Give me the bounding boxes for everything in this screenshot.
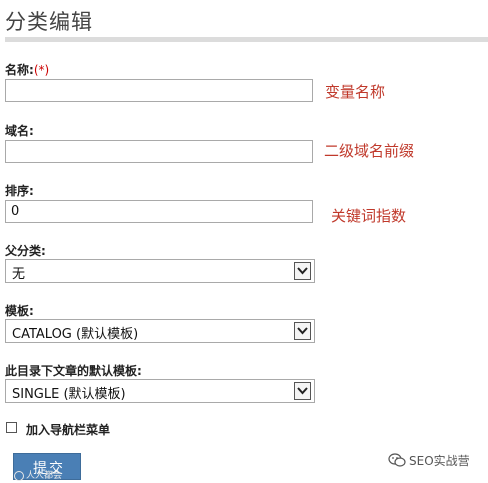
watermark-left-text: 人人都会 (26, 471, 63, 481)
chevron-down-icon (297, 267, 308, 275)
name-label-text: 名称: (5, 63, 34, 77)
watermark-right-text: SEO实战营 (409, 454, 470, 468)
article-template-dropdown-button[interactable] (294, 382, 311, 400)
nav-menu-label[interactable]: 加入导航栏菜单 (26, 421, 110, 438)
domain-annotation: 二级域名前缀 (324, 142, 415, 160)
name-annotation: 变量名称 (325, 83, 386, 101)
chevron-down-icon (297, 327, 308, 335)
wechat-icon (388, 453, 406, 467)
order-annotation: 关键词指数 (331, 207, 407, 225)
template-select[interactable]: CATALOG (默认模板) (5, 319, 315, 343)
domain-input[interactable] (5, 140, 313, 163)
title-divider (5, 37, 488, 42)
parent-dropdown-button[interactable] (294, 262, 311, 280)
domain-label: 域名: (5, 124, 34, 138)
category-edit-page: 分类编辑 名称:(*) 变量名称 域名: 二级域名前缀 排序: 关键词指数 父分… (0, 0, 488, 483)
watermark-logo-icon (14, 470, 24, 481)
template-select-value: CATALOG (默认模板) (12, 327, 139, 342)
template-label: 模板: (5, 304, 34, 318)
order-input[interactable] (5, 200, 313, 223)
page-title: 分类编辑 (5, 10, 93, 34)
order-label: 排序: (5, 184, 34, 198)
nav-menu-checkbox[interactable] (6, 422, 17, 433)
template-dropdown-button[interactable] (294, 322, 311, 340)
chevron-down-icon (297, 387, 308, 395)
name-label: 名称:(*) (5, 61, 49, 78)
parent-select-value: 无 (12, 267, 26, 282)
watermark-left: 人人都会 (14, 468, 62, 481)
name-input[interactable] (5, 79, 313, 102)
article-template-label: 此目录下文章的默认模板: (5, 364, 142, 378)
article-template-select-value: SINGLE (默认模板) (12, 387, 126, 402)
article-template-select[interactable]: SINGLE (默认模板) (5, 379, 315, 403)
parent-select[interactable]: 无 (5, 259, 315, 283)
required-mark: (*) (33, 63, 50, 77)
parent-label: 父分类: (5, 244, 46, 258)
